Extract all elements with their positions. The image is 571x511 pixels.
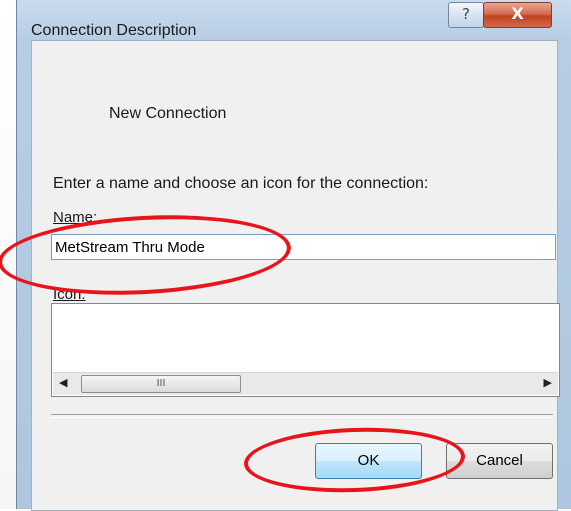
new-connection-heading: New Connection [109,105,227,122]
title-bar[interactable]: Connection Description ? X [17,0,571,39]
icon-label: Icon: [53,286,86,303]
close-button[interactable]: X [483,2,552,28]
close-icon: X [511,4,524,23]
icon-list[interactable]: ◀ III ▶ [51,303,560,397]
scroll-right-arrow-icon[interactable]: ▶ [544,376,552,389]
scroll-left-arrow-icon[interactable]: ◀ [59,376,67,389]
connection-description-dialog: Connection Description ? X New Connectio… [16,0,571,511]
divider [51,414,553,418]
horizontal-scrollbar[interactable]: ◀ III ▶ [53,372,558,395]
cancel-button[interactable]: Cancel [446,443,553,479]
name-input[interactable]: MetStream Thru Mode [51,234,556,260]
window-title: Connection Description [31,22,197,39]
name-label: Name: [53,209,98,226]
dialog-client-area: New Connection Enter a name and choose a… [31,40,560,511]
ok-button[interactable]: OK [315,443,422,479]
help-icon: ? [462,5,470,23]
help-button[interactable]: ? [448,2,484,28]
scroll-thumb[interactable]: III [81,375,241,393]
instruction-text: Enter a name and choose an icon for the … [53,175,429,192]
